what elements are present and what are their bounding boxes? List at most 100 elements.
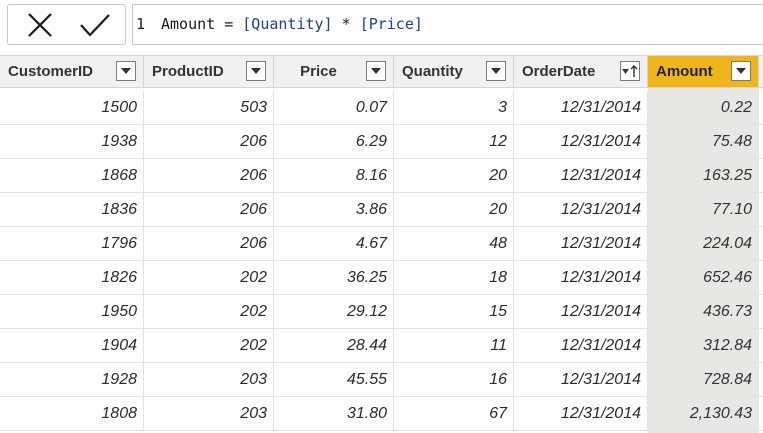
cell-amount[interactable]: 163.25 [648,159,759,192]
cell-customerid[interactable]: 1868 [0,159,144,192]
cell-amount[interactable]: 0.22 [648,91,759,124]
cell-quantity[interactable]: 3 [394,91,514,124]
cell-price[interactable]: 31.80 [274,397,394,430]
cell-productid[interactable]: 206 [144,125,274,158]
cell-orderdate[interactable]: 12/31/2014 [514,227,648,260]
cell-customerid[interactable]: 1826 [0,261,144,294]
cell-customerid[interactable]: 1938 [0,125,144,158]
column-header-orderdate[interactable]: OrderDate [514,56,648,87]
cell-orderdate[interactable]: 12/31/2014 [514,397,648,430]
formula-ref-price: [Price] [359,15,423,33]
cell-quantity[interactable]: 11 [394,329,514,362]
sort-ascending-dropdown-icon [622,64,638,78]
column-header-label: ProductID [152,63,224,80]
cell-orderdate[interactable]: 12/31/2014 [514,125,648,158]
cell-productid[interactable]: 503 [144,91,274,124]
data-grid: CustomerID ProductID Price Quantity OrderDat… [0,55,763,433]
cell-orderdate[interactable]: 12/31/2014 [514,363,648,396]
table-row[interactable]: 1950 202 29.12 15 12/31/2014 436.73 [0,295,763,329]
column-filter-button-customerid[interactable] [116,61,136,81]
cell-productid[interactable]: 206 [144,159,274,192]
cell-customerid[interactable]: 1500 [0,91,144,124]
cell-productid[interactable]: 206 [144,227,274,260]
cell-orderdate[interactable]: 12/31/2014 [514,295,648,328]
column-header-price[interactable]: Price [274,56,394,87]
cell-productid[interactable]: 203 [144,397,274,430]
chevron-down-icon [491,68,501,74]
cell-amount[interactable]: 312.84 [648,329,759,362]
cell-productid[interactable]: 202 [144,329,274,362]
table-row[interactable]: 1938 206 6.29 12 12/31/2014 75.48 [0,125,763,159]
cell-customerid[interactable]: 1904 [0,329,144,362]
column-header-label: Quantity [402,63,463,80]
cell-productid[interactable]: 203 [144,363,274,396]
cell-price[interactable]: 45.55 [274,363,394,396]
cell-quantity[interactable]: 16 [394,363,514,396]
table-row[interactable]: 1796 206 4.67 48 12/31/2014 224.04 [0,227,763,261]
cell-amount[interactable]: 224.04 [648,227,759,260]
cell-price[interactable]: 28.44 [274,329,394,362]
commit-button[interactable] [66,5,124,44]
cell-price[interactable]: 8.16 [274,159,394,192]
cell-productid[interactable]: 202 [144,261,274,294]
cell-price[interactable]: 0.07 [274,91,394,124]
cell-quantity[interactable]: 67 [394,397,514,430]
cell-price[interactable]: 4.67 [274,227,394,260]
cell-amount[interactable]: 436.73 [648,295,759,328]
cell-customerid[interactable]: 1928 [0,363,144,396]
cell-quantity[interactable]: 18 [394,261,514,294]
cell-quantity[interactable]: 48 [394,227,514,260]
column-header-customerid[interactable]: CustomerID [0,56,144,87]
cell-quantity[interactable]: 12 [394,125,514,158]
cell-amount[interactable]: 652.46 [648,261,759,294]
cell-orderdate[interactable]: 12/31/2014 [514,159,648,192]
column-header-productid[interactable]: ProductID [144,56,274,87]
cell-amount[interactable]: 77.10 [648,193,759,226]
cell-customerid[interactable]: 1796 [0,227,144,260]
cell-productid[interactable]: 206 [144,193,274,226]
formula-multiply: * [332,15,360,33]
cell-orderdate[interactable]: 12/31/2014 [514,261,648,294]
cell-amount[interactable]: 728.84 [648,363,759,396]
table-row[interactable]: 1836 206 3.86 20 12/31/2014 77.10 [0,193,763,227]
cell-price[interactable]: 36.25 [274,261,394,294]
column-header-label: CustomerID [8,63,94,80]
cell-price[interactable]: 6.29 [274,125,394,158]
formula-bar: 1 Amount = [Quantity] * [Price] [0,0,763,52]
table-row[interactable]: 1808 203 31.80 67 12/31/2014 2,130.43 [0,397,763,431]
cell-customerid[interactable]: 1836 [0,193,144,226]
table-row[interactable]: 1928 203 45.55 16 12/31/2014 728.84 [0,363,763,397]
column-header-amount[interactable]: Amount [648,56,759,87]
cancel-button[interactable] [11,5,69,44]
formula-ref-quantity: [Quantity] [242,15,333,33]
cell-amount[interactable]: 75.48 [648,125,759,158]
cell-customerid[interactable]: 1808 [0,397,144,430]
table-row[interactable]: 1904 202 28.44 11 12/31/2014 312.84 [0,329,763,363]
column-header-label: Price [300,63,337,80]
checkmark-icon [80,13,110,37]
cell-quantity[interactable]: 20 [394,193,514,226]
formula-input[interactable]: 1 Amount = [Quantity] * [Price] [132,4,763,45]
chevron-down-icon [371,68,381,74]
table-row[interactable]: 1868 206 8.16 20 12/31/2014 163.25 [0,159,763,193]
cell-quantity[interactable]: 20 [394,159,514,192]
column-filter-button-price[interactable] [366,61,386,81]
column-header-quantity[interactable]: Quantity [394,56,514,87]
column-filter-button-amount[interactable] [731,61,751,81]
formula-action-buttons [7,4,126,45]
cell-amount[interactable]: 2,130.43 [648,397,759,430]
column-header-row: CustomerID ProductID Price Quantity OrderDat… [0,55,763,88]
cell-orderdate[interactable]: 12/31/2014 [514,91,648,124]
table-row[interactable]: 1826 202 36.25 18 12/31/2014 652.46 [0,261,763,295]
column-filter-button-productid[interactable] [246,61,266,81]
cell-price[interactable]: 29.12 [274,295,394,328]
cell-orderdate[interactable]: 12/31/2014 [514,329,648,362]
cell-quantity[interactable]: 15 [394,295,514,328]
table-row[interactable]: 1500 503 0.07 3 12/31/2014 0.22 [0,91,763,125]
column-filter-button-orderdate[interactable] [620,61,640,81]
cell-price[interactable]: 3.86 [274,193,394,226]
cell-customerid[interactable]: 1950 [0,295,144,328]
cell-orderdate[interactable]: 12/31/2014 [514,193,648,226]
cell-productid[interactable]: 202 [144,295,274,328]
column-filter-button-quantity[interactable] [486,61,506,81]
